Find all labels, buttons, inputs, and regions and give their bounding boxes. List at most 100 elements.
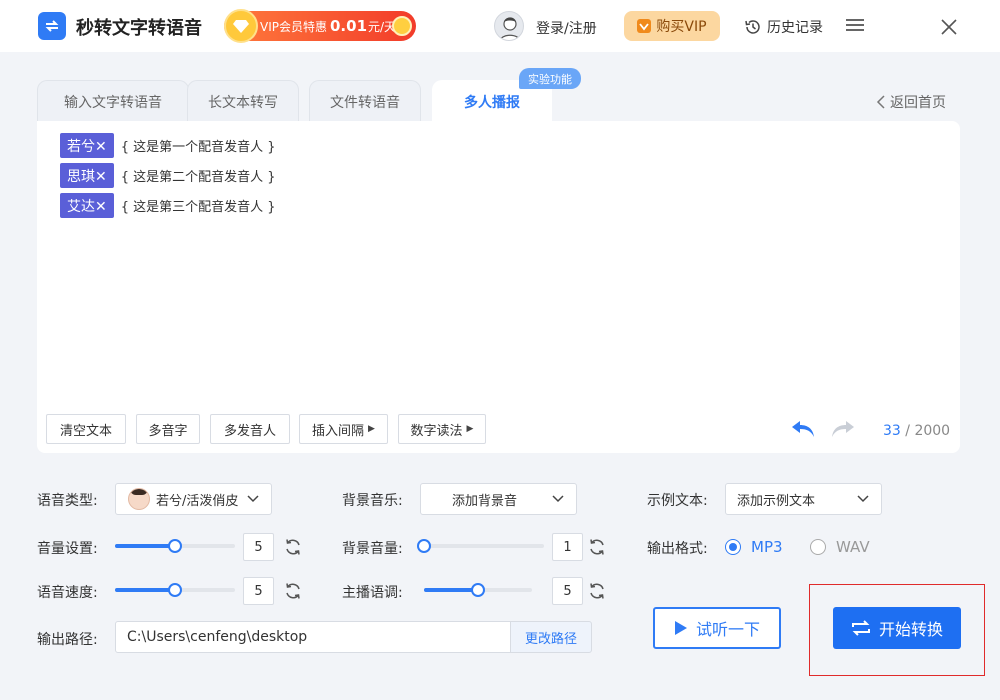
start-convert-label: 开始转换 (878, 620, 943, 639)
back-home-link[interactable]: 返回首页 (876, 92, 946, 112)
output-path-label: 输出路径: (37, 632, 98, 648)
char-count-current: 33 (883, 423, 901, 439)
reset-icon[interactable] (587, 537, 607, 557)
speaker-line: 艾达✕ { 这是第三个配音发音人 } (60, 193, 276, 218)
speed-value[interactable]: 5 (243, 577, 274, 605)
sample-text-dropdown[interactable]: 添加示例文本 (725, 483, 882, 515)
preview-label: 试听一下 (695, 620, 760, 639)
speed-label: 语音速度: (37, 585, 98, 601)
speed-slider-fill (115, 588, 175, 592)
speaker-text[interactable]: { 这是第二个配音发音人 } (121, 166, 276, 185)
format-mp3-label: MP3 (751, 538, 783, 556)
tab-long-text[interactable]: 长文本转写 (187, 80, 299, 122)
user-avatar[interactable] (494, 11, 524, 41)
insert-pause-label: 插入间隔 (312, 423, 365, 439)
start-convert-button[interactable]: 开始转换 (833, 607, 961, 649)
history-button[interactable]: 历史记录 (744, 17, 823, 37)
format-mp3-radio[interactable]: MP3 (725, 538, 783, 556)
volume-slider-fill (115, 544, 175, 548)
voice-type-dropdown[interactable]: 若兮/活泼俏皮 (115, 483, 272, 515)
user-icon (499, 17, 521, 40)
speed-slider-thumb[interactable] (168, 583, 182, 597)
output-format-label: 输出格式: (647, 541, 708, 557)
app-title: 秒转文字转语音 (76, 18, 202, 39)
vip-promo-prefix: VIP会员特惠 (260, 19, 327, 34)
polyphone-button[interactable]: 多音字 (136, 414, 200, 444)
convert-icon (851, 620, 870, 636)
login-register-link[interactable]: 登录/注册 (536, 18, 597, 38)
voice-avatar (128, 488, 150, 510)
chevron-down-icon (552, 495, 564, 503)
text-editor[interactable]: 若兮✕ { 这是第一个配音发音人 } 思琪✕ { 这是第二个配音发音人 } 艾达… (37, 121, 960, 453)
voice-type-value: 若兮/活泼俏皮 (156, 493, 239, 509)
output-path-input[interactable]: C:\Users\cenfeng\desktop (115, 621, 511, 653)
volume-label: 音量设置: (37, 541, 98, 557)
diamond-icon (233, 20, 249, 33)
speaker-line: 思琪✕ { 这是第二个配音发音人 } (60, 163, 276, 188)
chevron-down-icon (857, 495, 869, 503)
radio-dot (725, 539, 741, 555)
sample-text-label: 示例文本: (647, 493, 708, 509)
volume-value[interactable]: 5 (243, 533, 274, 561)
history-label: 历史记录 (767, 20, 823, 36)
experimental-badge: 实验功能 (519, 68, 581, 89)
play-icon (674, 621, 687, 635)
bg-music-label: 背景音乐: (342, 493, 403, 509)
insert-pause-button[interactable]: 插入间隔 ▶ (299, 414, 388, 444)
chevron-down-icon (247, 495, 259, 503)
menu-icon[interactable] (846, 17, 864, 35)
chevron-left-icon (876, 95, 885, 109)
bg-music-value: 添加背景音 (452, 493, 518, 509)
speaker-tag[interactable]: 艾达✕ (60, 193, 114, 218)
speaker-tag[interactable]: 若兮✕ (60, 133, 114, 158)
pitch-label: 主播语调: (342, 585, 403, 601)
preview-button[interactable]: 试听一下 (653, 607, 781, 649)
vip-crown-icon (637, 19, 652, 33)
pitch-slider[interactable] (424, 583, 532, 597)
pitch-slider-thumb[interactable] (471, 583, 485, 597)
redo-icon[interactable] (830, 419, 856, 439)
app-logo (38, 12, 66, 40)
bg-volume-slider[interactable] (417, 539, 544, 553)
speaker-line: 若兮✕ { 这是第一个配音发音人 } (60, 133, 276, 158)
coin-icon (224, 9, 258, 43)
change-path-button[interactable]: 更改路径 (510, 621, 592, 653)
reset-icon[interactable] (283, 581, 303, 601)
bg-volume-label: 背景音量: (342, 541, 403, 557)
char-count-max: 2000 (914, 423, 951, 439)
format-wav-label: WAV (836, 538, 870, 556)
number-reading-button[interactable]: 数字读法 ▶ (398, 414, 486, 444)
coin-decoration-icon (392, 16, 412, 36)
speaker-text[interactable]: { 这是第一个配音发音人 } (121, 136, 276, 155)
volume-slider-thumb[interactable] (168, 539, 182, 553)
vip-promo-banner[interactable]: VIP会员特惠 0.01 元/天 (224, 9, 416, 43)
convert-icon (45, 20, 59, 32)
reset-icon[interactable] (587, 581, 607, 601)
volume-slider[interactable] (115, 539, 235, 553)
title-bar: 秒转文字转语音 VIP会员特惠 0.01 元/天 登录/注册 购买VIP 历史记… (0, 0, 1000, 52)
undo-icon[interactable] (790, 419, 816, 439)
speaker-text[interactable]: { 这是第三个配音发音人 } (121, 196, 276, 215)
vip-promo-price: 0.01 (330, 17, 368, 35)
bg-music-dropdown[interactable]: 添加背景音 (420, 483, 577, 515)
reset-icon[interactable] (283, 537, 303, 557)
tab-text-to-speech[interactable]: 输入文字转语音 (37, 80, 189, 122)
clear-text-button[interactable]: 清空文本 (46, 414, 126, 444)
speaker-tag[interactable]: 思琪✕ (60, 163, 114, 188)
bg-volume-value[interactable]: 1 (552, 533, 583, 561)
close-icon[interactable] (940, 18, 958, 36)
radio-dot (810, 539, 826, 555)
tab-file-to-speech[interactable]: 文件转语音 (309, 80, 421, 122)
char-count-separator: / (900, 423, 915, 439)
back-home-label: 返回首页 (890, 95, 946, 111)
pitch-value[interactable]: 5 (552, 577, 583, 605)
buy-vip-label: 购买VIP (656, 19, 707, 35)
speed-slider[interactable] (115, 583, 235, 597)
number-reading-label: 数字读法 (410, 423, 463, 439)
bg-volume-slider-thumb[interactable] (417, 539, 431, 553)
format-wav-radio[interactable]: WAV (810, 538, 870, 556)
triangle-right-icon: ▶ (466, 424, 474, 434)
pitch-slider-fill (424, 588, 478, 592)
multi-speaker-button[interactable]: 多发音人 (210, 414, 290, 444)
buy-vip-button[interactable]: 购买VIP (624, 11, 720, 41)
